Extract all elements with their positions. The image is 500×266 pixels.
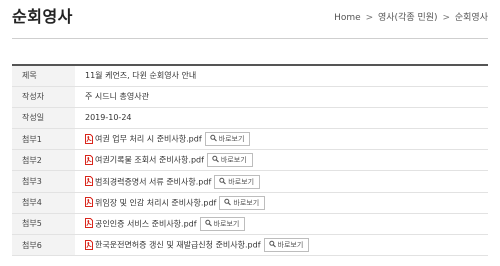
row-label: 작성자 — [12, 86, 75, 108]
magnifier-icon — [209, 134, 219, 143]
magnifier-icon — [212, 156, 221, 164]
magnifier-icon — [219, 177, 228, 186]
preview-button-label: 바로보기 — [277, 241, 304, 250]
magnifier-icon — [268, 240, 278, 249]
preview-button-label: 바로보기 — [228, 177, 255, 186]
pdf-file-icon — [85, 133, 95, 144]
post-info-table: 제목 11월 케언즈, 다윈 순회영사 안내 작성자 주 시드니 총영사관 작성일 201… — [12, 64, 488, 257]
preview-button-label: 바로보기 — [233, 198, 260, 207]
attachment-label: 첨부1 — [12, 128, 75, 151]
attachment-cell: 한국운전면허증 갱신 및 재발급신청 준비사항.pdf 바로보기 — [75, 234, 488, 257]
breadcrumb: Home > 영사(각종 민원) > 순회영사 — [334, 10, 488, 23]
row-label: 작성일 — [12, 107, 75, 130]
attachment-download-link[interactable]: 위임장 및 인감 처리시 준비사항.pdf — [95, 198, 216, 207]
attachment-row: 첨부3 범죄경력증명서 서류 준비사항.pdf 바로보기 — [12, 170, 488, 193]
attachment-download-link[interactable]: 한국운전면허증 갱신 및 재발급신청 준비사항.pdf — [95, 241, 261, 250]
pdf-file-icon — [85, 176, 95, 187]
breadcrumb-separator: > — [365, 13, 374, 23]
attachment-row: 첨부2 여권기록물 조회서 준비사항.pdf 바로보기 — [12, 149, 488, 172]
row-value: 11월 케언즈, 다윈 순회영사 안내 — [75, 65, 488, 87]
preview-button[interactable]: 바로보기 — [199, 216, 246, 231]
attachment-row: 첨부6 한국운전면허증 갱신 및 재발급신청 준비사항.pdf 바로보기 — [12, 234, 488, 257]
info-row: 제목 11월 케언즈, 다윈 순회영사 안내 — [12, 65, 488, 87]
attachment-row: 첨부5 공인인증 서비스 준비사항.pdf 바로보기 — [12, 213, 488, 236]
attachment-download-link[interactable]: 여권기록물 조회서 준비사항.pdf — [95, 156, 204, 165]
pdf-file-icon — [85, 154, 95, 165]
attachment-label: 첨부5 — [12, 213, 75, 236]
preview-button-label: 바로보기 — [220, 156, 247, 165]
attachment-download-link[interactable]: 공인인증 서비스 준비사항.pdf — [95, 219, 197, 228]
preview-button[interactable]: 바로보기 — [214, 174, 261, 189]
attachment-cell: 공인인증 서비스 준비사항.pdf 바로보기 — [75, 213, 488, 236]
attachment-label: 첨부3 — [12, 170, 75, 193]
preview-button[interactable]: 바로보기 — [204, 132, 251, 147]
row-label: 제목 — [12, 65, 75, 87]
pdf-file-icon — [85, 218, 95, 229]
attachment-cell: 범죄경력증명서 서류 준비사항.pdf 바로보기 — [75, 170, 488, 193]
attachment-download-link[interactable]: 범죄경력증명서 서류 준비사항.pdf — [95, 177, 211, 186]
attachment-label: 첨부6 — [12, 234, 75, 257]
breadcrumb-current[interactable]: 순회영사 — [455, 13, 488, 23]
attachment-cell: 위임장 및 인감 처리시 준비사항.pdf 바로보기 — [75, 192, 488, 214]
attachment-row: 첨부4 위임장 및 인감 처리시 준비사항.pdf 바로보기 — [12, 192, 488, 214]
breadcrumb-home[interactable]: Home — [334, 13, 361, 23]
pdf-file-icon — [85, 239, 95, 250]
attachment-label: 첨부4 — [12, 192, 75, 214]
pdf-file-icon — [85, 197, 95, 208]
breadcrumb-separator: > — [442, 13, 450, 23]
attachment-download-link[interactable]: 여권 업무 처리 시 준비사항.pdf — [95, 135, 202, 144]
preview-button-label: 바로보기 — [218, 135, 245, 144]
info-row: 작성자 주 시드니 총영사관 — [12, 86, 488, 108]
preview-button[interactable]: 바로보기 — [206, 153, 253, 168]
title-divider — [12, 38, 488, 39]
row-value: 주 시드니 총영사관 — [75, 86, 488, 108]
magnifier-icon — [204, 219, 214, 228]
preview-button[interactable]: 바로보기 — [219, 195, 266, 210]
attachment-row: 첨부1 여권 업무 처리 시 준비사항.pdf 바로보기 — [12, 128, 488, 151]
attachment-label: 첨부2 — [12, 149, 75, 172]
attachment-cell: 여권기록물 조회서 준비사항.pdf 바로보기 — [75, 149, 488, 172]
breadcrumb-consular[interactable]: 영사(각종 민원) — [378, 13, 438, 23]
info-row: 작성일 2019-10-24 — [12, 107, 488, 130]
attachment-cell: 여권 업무 처리 시 준비사항.pdf 바로보기 — [75, 128, 488, 151]
preview-button[interactable]: 바로보기 — [263, 238, 310, 253]
page-title: 순회영사 — [12, 7, 73, 26]
preview-button-label: 바로보기 — [213, 219, 240, 228]
row-value: 2019-10-24 — [75, 107, 488, 130]
